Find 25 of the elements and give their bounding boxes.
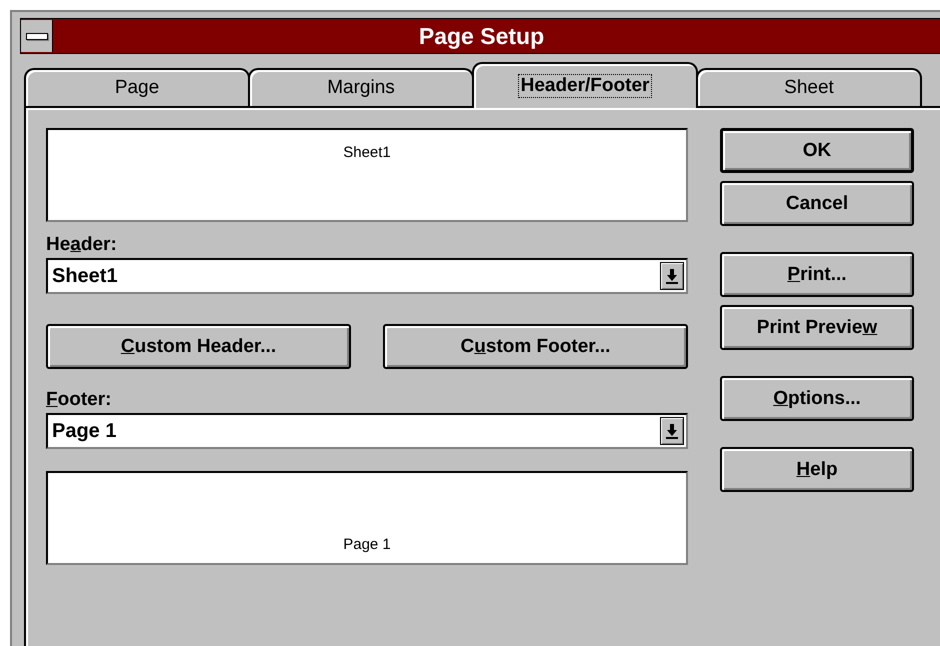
dialog-button[interactable]: Help (720, 447, 914, 492)
tab[interactable]: Header/Footer (472, 62, 698, 108)
field-label: Header: (46, 234, 118, 257)
down-arrow-icon (666, 268, 678, 284)
window-title: Page Setup (418, 22, 546, 50)
preview-text: Page 1 (343, 536, 391, 553)
dropdown-button[interactable] (660, 262, 684, 290)
system-menu-button[interactable] (21, 20, 53, 52)
preview-text: Sheet1 (343, 144, 391, 161)
custom-button[interactable]: Custom Header... (46, 324, 351, 369)
tab[interactable]: Page (24, 68, 250, 106)
tab[interactable]: Sheet (696, 68, 922, 106)
dialog-button[interactable]: Options... (720, 376, 914, 421)
dash-icon (26, 32, 48, 40)
dropdown-button[interactable] (660, 417, 684, 445)
custom-button[interactable]: Custom Footer... (383, 324, 688, 369)
tab[interactable]: Margins (248, 68, 474, 106)
dropdown-field[interactable]: Page 1 (46, 413, 688, 449)
down-arrow-icon (666, 423, 678, 439)
dropdown-field[interactable]: Sheet1 (46, 258, 688, 294)
dialog-button[interactable]: Print... (720, 252, 914, 297)
dialog-button[interactable]: Print Preview (720, 305, 914, 350)
field-label: Footer: (46, 389, 112, 412)
dialog-button[interactable]: OK (720, 128, 914, 173)
dialog-button[interactable]: Cancel (720, 181, 914, 226)
